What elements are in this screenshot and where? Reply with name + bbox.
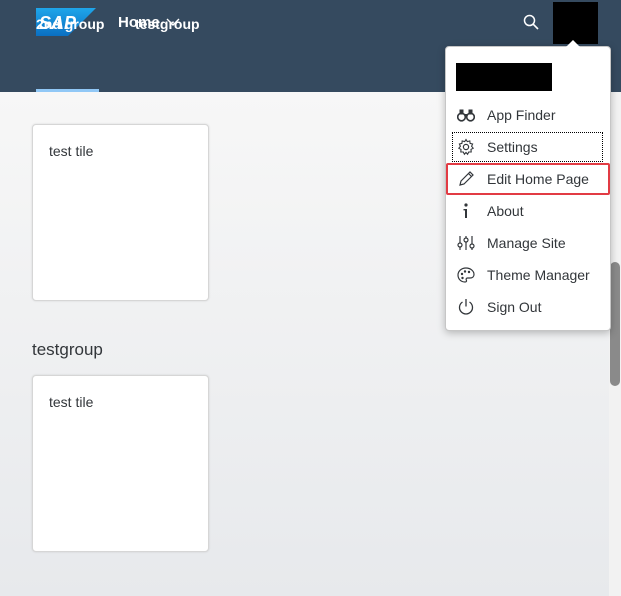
menu-item-label: Edit Home Page [487,171,589,187]
scrollbar-thumb[interactable] [610,262,620,386]
binoculars-icon [454,105,478,125]
menu-caret [566,40,580,47]
gear-icon [454,137,478,157]
search-button[interactable] [520,11,542,33]
menu-item-label: Manage Site [487,235,566,251]
tile-test-tile-group-1[interactable]: test tile [32,124,209,301]
tile-title: test tile [49,394,94,410]
menu-item-label: App Finder [487,107,556,123]
menu-item-manage-site[interactable]: Manage Site [452,228,603,258]
sliders-icon [454,233,478,253]
menu-item-app-finder[interactable]: App Finder [452,100,603,130]
info-icon [454,201,478,221]
search-icon [523,14,539,30]
menu-item-label: About [487,203,524,219]
menu-item-edit-home-page[interactable]: Edit Home Page [452,164,603,194]
tile-test-tile-group-2[interactable]: test tile [32,375,209,552]
menu-user-name [456,63,552,91]
user-avatar-button[interactable] [553,2,598,44]
power-icon [454,297,478,317]
menu-item-label: Theme Manager [487,267,590,283]
menu-item-theme-manager[interactable]: Theme Manager [452,260,603,290]
tab-testgroup[interactable]: testgroup [135,16,200,32]
group-title-testgroup: testgroup [32,340,103,359]
menu-item-sign-out[interactable]: Sign Out [452,292,603,322]
menu-item-label: Settings [487,139,538,155]
pencil-icon [454,169,478,189]
tile-title: test tile [49,143,94,159]
tab-2nd-group[interactable]: 2nd group [36,16,104,32]
menu-item-settings[interactable]: Settings [452,132,603,162]
palette-icon [454,265,478,285]
menu-item-label: Sign Out [487,299,542,315]
menu-item-about[interactable]: About [452,196,603,226]
